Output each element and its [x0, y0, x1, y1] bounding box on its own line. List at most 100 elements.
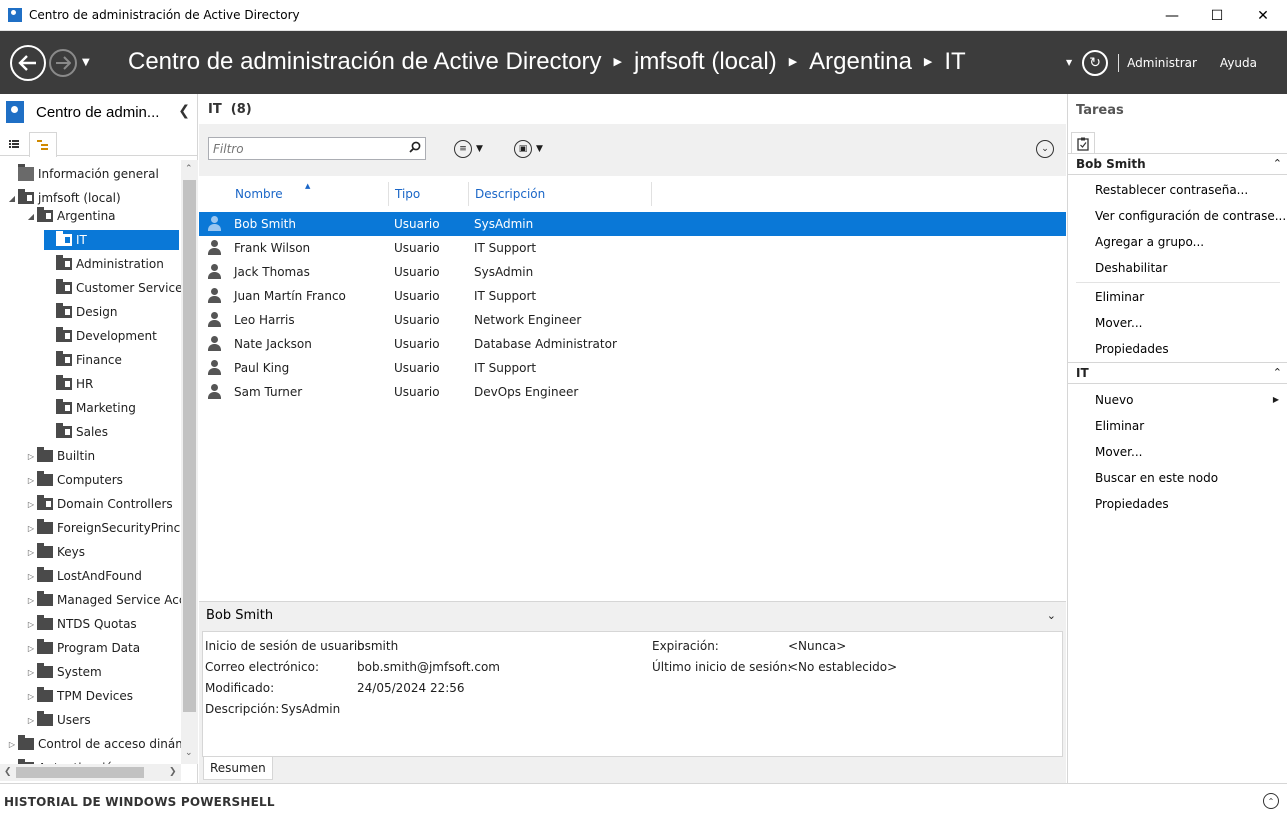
expand-toggle-icon[interactable]: ▷ — [25, 572, 37, 581]
expand-toggle-icon[interactable]: ▷ — [25, 500, 37, 509]
refresh-icon[interactable]: ↻ — [1082, 49, 1109, 76]
table-row[interactable]: Sam Turner Usuario DevOps Engineer — [199, 380, 1066, 404]
manage-menu[interactable]: Administrar — [1127, 56, 1197, 70]
tree-item[interactable]: ▷ NTDS Quotas — [25, 614, 137, 634]
table-row[interactable]: Juan Martín Franco Usuario IT Support — [199, 284, 1066, 308]
tree-item[interactable]: HR — [44, 374, 93, 394]
summary-tab[interactable]: Resumen — [203, 757, 273, 780]
expand-toggle-icon[interactable]: ▷ — [25, 452, 37, 461]
task-item[interactable]: Agregar a grupo... — [1095, 235, 1204, 249]
task-item[interactable]: Nuevo — [1095, 393, 1133, 407]
history-dropdown-icon[interactable]: ▼ — [82, 57, 90, 68]
expand-toolbar-icon[interactable]: ⌄ — [1036, 140, 1054, 158]
back-button[interactable] — [10, 45, 46, 81]
view-options-button[interactable]: ≡ ▼ — [454, 138, 483, 160]
expand-toggle-icon[interactable]: ▷ — [25, 476, 37, 485]
help-menu[interactable]: Ayuda — [1220, 56, 1257, 70]
tree-item[interactable]: ▷ LostAndFound — [25, 566, 142, 586]
table-row[interactable]: Jack Thomas Usuario SysAdmin — [199, 260, 1066, 284]
expand-toggle-icon[interactable]: ▷ — [25, 524, 37, 533]
minimize-button[interactable]: — — [1149, 0, 1195, 31]
scroll-up-icon[interactable]: ⌃ — [185, 164, 193, 174]
filter-input[interactable] — [209, 138, 399, 159]
expand-toggle-icon[interactable]: ▷ — [6, 740, 18, 749]
forward-button[interactable] — [49, 49, 77, 77]
tree-item[interactable]: ▷ Control de acceso dinámi — [6, 734, 181, 754]
table-row[interactable]: Paul King Usuario IT Support — [199, 356, 1066, 380]
close-button[interactable]: ✕ — [1240, 0, 1286, 31]
expand-toggle-icon[interactable]: ◢ — [25, 212, 37, 221]
tree-item[interactable]: ▷ System — [25, 662, 102, 682]
column-header-name[interactable]: Nombre — [235, 180, 283, 208]
scroll-left-icon[interactable]: ❮ — [4, 767, 12, 777]
tree-vertical-scrollbar[interactable]: ⌃ ⌄ — [181, 160, 198, 764]
table-row[interactable]: Bob Smith Usuario SysAdmin — [199, 212, 1066, 236]
task-item[interactable]: Propiedades — [1095, 342, 1169, 356]
task-item[interactable]: Eliminar — [1095, 290, 1144, 304]
tree-item[interactable]: Sales — [44, 422, 108, 442]
column-header-description[interactable]: Descripción — [475, 180, 545, 208]
task-item[interactable]: Mover... — [1095, 445, 1142, 459]
expand-toggle-icon[interactable]: ▷ — [25, 620, 37, 629]
expand-toggle-icon[interactable]: ▷ — [25, 596, 37, 605]
breadcrumb-ou[interactable]: Argentina — [809, 48, 912, 76]
tree-item[interactable]: ▷ Computers — [25, 470, 123, 490]
tree-item[interactable]: ◢ Argentina — [25, 206, 116, 226]
tree-item[interactable]: ▷ Users — [25, 710, 91, 730]
tree-item[interactable]: Design — [44, 302, 117, 322]
task-item[interactable]: Ver configuración de contrase... — [1095, 209, 1286, 223]
expand-toggle-icon[interactable]: ▷ — [25, 644, 37, 653]
tree-item[interactable]: Customer Service — [44, 278, 181, 298]
search-icon[interactable] — [409, 141, 421, 153]
list-view-tab[interactable] — [0, 132, 28, 156]
table-row[interactable]: Leo Harris Usuario Network Engineer — [199, 308, 1066, 332]
scrollbar-thumb[interactable] — [16, 767, 144, 778]
task-section-user[interactable]: Bob Smith ⌃ — [1068, 153, 1287, 175]
tree-horizontal-scrollbar[interactable]: ❮ ❯ — [0, 764, 181, 781]
task-item[interactable]: Propiedades — [1095, 497, 1169, 511]
expand-toggle-icon[interactable]: ▷ — [25, 716, 37, 725]
tree-item[interactable]: IT — [44, 230, 179, 250]
chevron-up-icon[interactable]: ⌃ — [1273, 366, 1282, 379]
column-header-type[interactable]: Tipo — [395, 180, 420, 208]
column-divider[interactable] — [468, 182, 469, 206]
breadcrumb-domain[interactable]: jmfsoft (local) — [634, 48, 777, 76]
collapse-details-icon[interactable]: ⌄ — [1047, 609, 1056, 622]
tree-item[interactable]: Marketing — [44, 398, 136, 418]
task-item[interactable]: Buscar en este nodo — [1095, 471, 1218, 485]
breadcrumb-root[interactable]: Centro de administración de Active Direc… — [128, 48, 602, 76]
tree-item[interactable]: ▷ Domain Controllers — [25, 494, 173, 514]
column-divider[interactable] — [651, 182, 652, 206]
tree-item[interactable]: Información general — [6, 164, 159, 184]
breadcrumb-dropdown-icon[interactable]: ▼ — [1066, 58, 1072, 67]
expand-toggle-icon[interactable]: ▷ — [25, 548, 37, 557]
tree-item[interactable]: ▷ Managed Service Acco — [25, 590, 181, 610]
task-item[interactable]: Restablecer contraseña... — [1095, 183, 1248, 197]
tree-item[interactable]: ▷ Keys — [25, 542, 85, 562]
tree-item[interactable]: Finance — [44, 350, 122, 370]
expand-toggle-icon[interactable]: ▷ — [25, 668, 37, 677]
save-query-button[interactable]: ▣ ▼ — [514, 138, 543, 160]
chevron-up-icon[interactable]: ⌃ — [1273, 157, 1282, 170]
scroll-down-icon[interactable]: ⌄ — [185, 748, 193, 758]
tree-view-tab[interactable] — [29, 132, 57, 157]
maximize-button[interactable]: ☐ — [1194, 0, 1240, 31]
tree-item[interactable]: ▷ Program Data — [25, 638, 140, 658]
collapse-pane-icon[interactable]: ❮ — [178, 103, 190, 119]
filter-box[interactable] — [208, 137, 426, 160]
scrollbar-thumb[interactable] — [183, 180, 196, 712]
powershell-history-bar[interactable]: HISTORIAL DE WINDOWS POWERSHELL ⌃ — [0, 783, 1287, 818]
tree-item[interactable]: ◢ jmfsoft (local) — [6, 188, 121, 208]
tree-item[interactable]: ▷ ForeignSecurityPrincip — [25, 518, 181, 538]
task-item[interactable]: Eliminar — [1095, 419, 1144, 433]
breadcrumb-current[interactable]: IT — [944, 48, 965, 76]
tree-item[interactable]: Development — [44, 326, 157, 346]
task-section-container[interactable]: IT ⌃ — [1068, 362, 1287, 384]
tasks-tab[interactable] — [1071, 132, 1095, 154]
expand-powershell-icon[interactable]: ⌃ — [1263, 793, 1279, 809]
column-divider[interactable] — [388, 182, 389, 206]
expand-toggle-icon[interactable]: ◢ — [6, 194, 18, 203]
table-row[interactable]: Nate Jackson Usuario Database Administrato… — [199, 332, 1066, 356]
task-item[interactable]: Deshabilitar — [1095, 261, 1167, 275]
scroll-right-icon[interactable]: ❯ — [169, 767, 177, 777]
